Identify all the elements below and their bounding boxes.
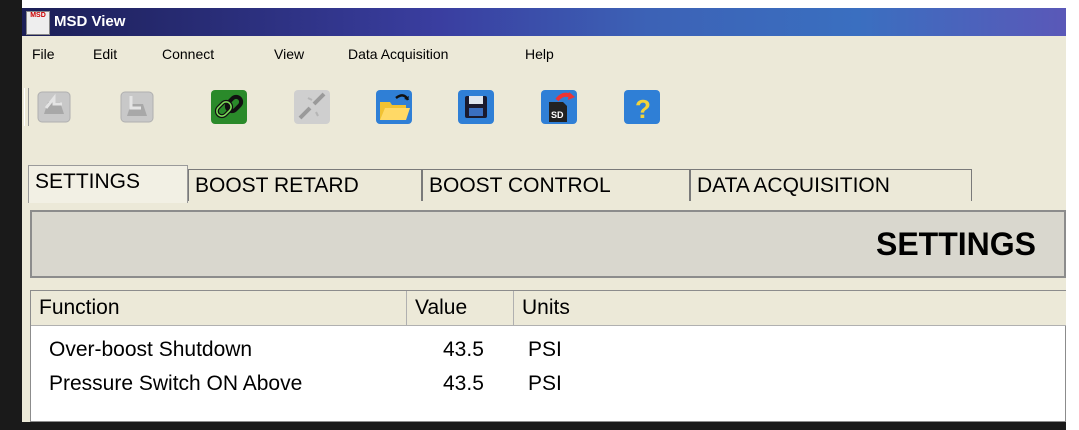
- frame-top: [0, 0, 1079, 8]
- frame-left: [0, 0, 22, 430]
- tab-settings[interactable]: SETTINGS: [28, 165, 188, 203]
- frame-right: [1066, 0, 1079, 430]
- table-header: Function Value Units: [31, 291, 1066, 326]
- menu-data-acquisition[interactable]: Data Acquisition: [348, 46, 448, 62]
- write-to-device-icon: [120, 91, 154, 123]
- help-button[interactable]: ?: [622, 88, 662, 126]
- connect-button[interactable]: [209, 88, 249, 126]
- menu-file[interactable]: File: [32, 46, 55, 62]
- help-label: ?: [635, 94, 651, 124]
- toolbar-grip[interactable]: [24, 88, 29, 126]
- tab-strip: SETTINGS BOOST RETARD BOOST CONTROL DATA…: [22, 165, 1066, 203]
- value-cell[interactable]: 43.5: [443, 367, 484, 401]
- menu-connect[interactable]: Connect: [162, 46, 214, 62]
- settings-banner: SETTINGS: [30, 210, 1066, 278]
- app-logo-icon[interactable]: MSD: [26, 11, 50, 35]
- menu-bar: File Edit Connect View Data Acquisition …: [22, 38, 1066, 68]
- tab-boost-retard[interactable]: BOOST RETARD: [188, 169, 422, 201]
- connect-chain-icon: [211, 90, 247, 124]
- tab-boost-control[interactable]: BOOST CONTROL: [422, 169, 690, 201]
- open-file-button[interactable]: [374, 88, 414, 126]
- sd-card-label: SD: [551, 110, 564, 120]
- menu-edit[interactable]: Edit: [93, 46, 117, 62]
- disconnect-icon: [294, 90, 330, 124]
- window-title: MSD View: [54, 13, 126, 30]
- column-header-function[interactable]: Function: [31, 291, 407, 325]
- function-cell: Pressure Switch ON Above: [49, 372, 303, 395]
- open-folder-icon: [376, 90, 412, 124]
- read-from-device-button[interactable]: [34, 88, 74, 126]
- menu-help[interactable]: Help: [525, 46, 554, 62]
- function-cell: Over-boost Shutdown: [49, 338, 253, 361]
- toolbar: SD ?: [22, 86, 1066, 132]
- sd-card-export-button[interactable]: SD: [539, 88, 579, 126]
- save-file-button[interactable]: [456, 88, 496, 126]
- frame-bottom: [0, 422, 1079, 430]
- units-cell: PSI: [528, 372, 562, 395]
- menu-view[interactable]: View: [274, 46, 304, 62]
- title-bar[interactable]: MSD MSD View: [22, 8, 1066, 36]
- page-title: SETTINGS: [875, 226, 1036, 262]
- sd-card-export-icon: SD: [541, 90, 577, 124]
- write-to-device-button[interactable]: [117, 88, 157, 126]
- help-question-icon: ?: [624, 90, 660, 124]
- value-cell[interactable]: 43.5: [443, 333, 484, 367]
- table-row[interactable]: Pressure Switch ON Above 43.5 PSI: [31, 367, 1066, 401]
- disconnect-button[interactable]: [292, 88, 332, 126]
- settings-table: Function Value Units Over-boost Shutdown…: [30, 290, 1066, 422]
- tab-data-acquisition[interactable]: DATA ACQUISITION: [690, 169, 972, 201]
- save-floppy-icon: [458, 90, 494, 124]
- units-cell: PSI: [528, 338, 562, 361]
- column-header-value[interactable]: Value: [407, 291, 514, 325]
- column-header-units[interactable]: Units: [514, 291, 814, 325]
- read-from-device-icon: [37, 91, 71, 123]
- table-row[interactable]: Over-boost Shutdown 43.5 PSI: [31, 333, 1066, 367]
- app-window: MSD MSD View File Edit Connect View Data…: [22, 8, 1066, 422]
